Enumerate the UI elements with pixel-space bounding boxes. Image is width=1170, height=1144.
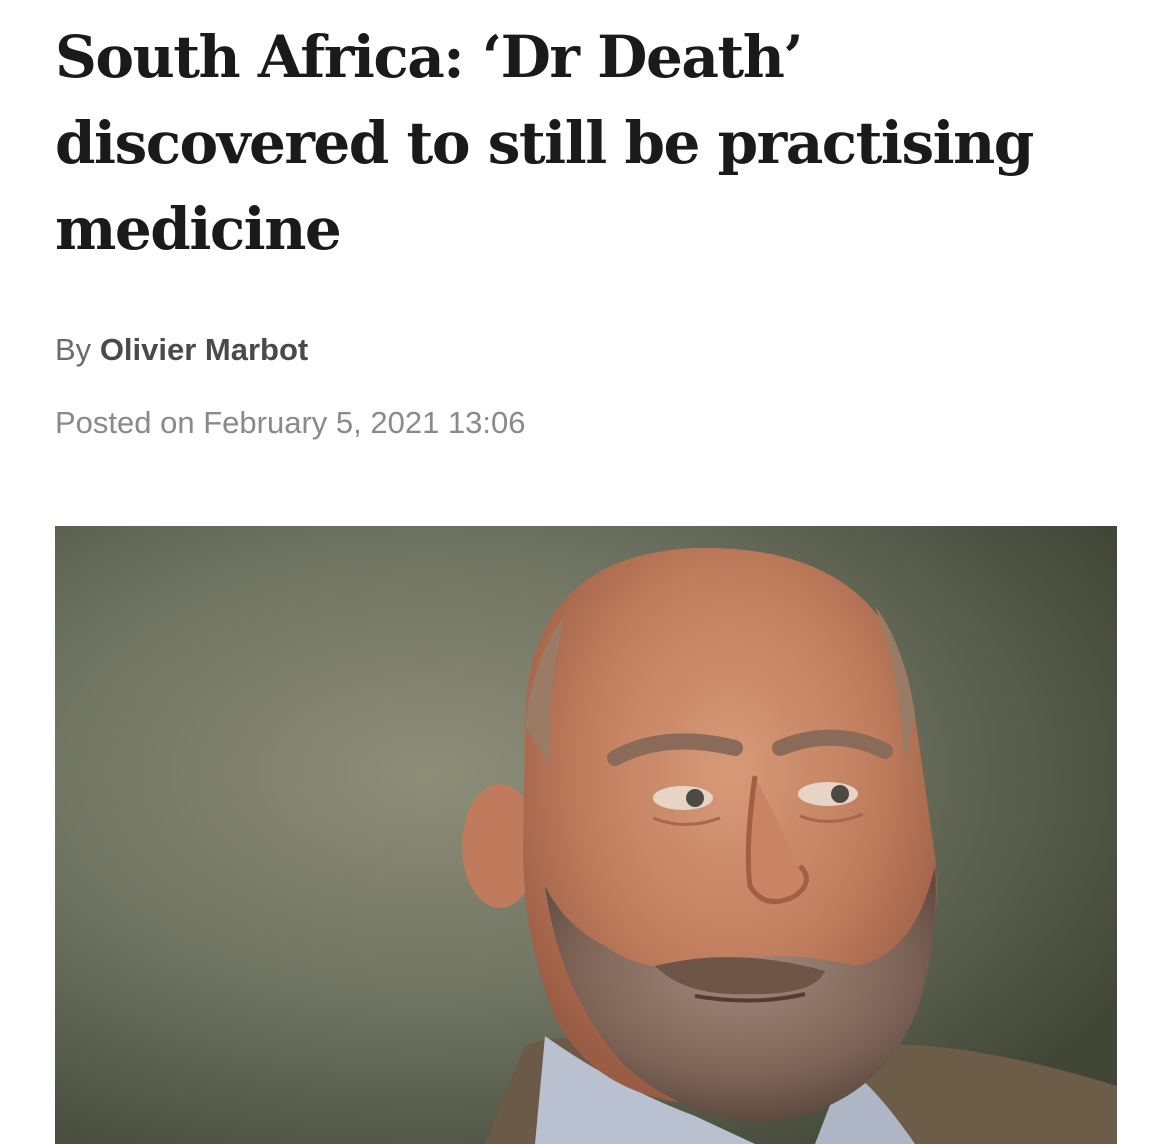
article-photo [55, 526, 1117, 1144]
author-link[interactable]: Olivier Marbot [100, 332, 308, 367]
byline: By Olivier Marbot [55, 332, 308, 368]
posted-date: Posted on February 5, 2021 13:06 [55, 405, 526, 440]
portrait-illustration [55, 526, 1117, 1144]
byline-prefix: By [55, 332, 92, 367]
headline: South Africa: ‘Dr Death’ discovered to s… [55, 23, 1034, 263]
